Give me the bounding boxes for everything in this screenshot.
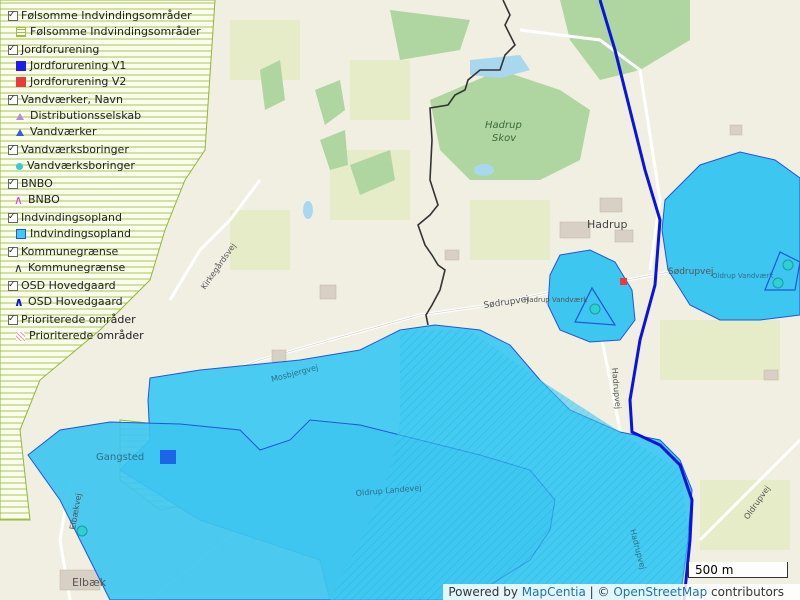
legend-group-title: Kommunegrænse <box>21 245 119 258</box>
attribution: Powered by MapCentia | © OpenStreetMap c… <box>443 584 800 600</box>
circle-icon <box>16 162 23 170</box>
legend-item: ∧ BNBO <box>8 192 184 208</box>
legend-item: Jordforurening V1 <box>8 58 184 74</box>
layer-checkbox[interactable] <box>8 141 18 157</box>
attribution-separator: | © <box>585 585 614 599</box>
label-oldrup-vandvaerk: Oldrup Vandværk <box>712 272 774 280</box>
line-swatch-icon: ∧ <box>14 193 23 207</box>
legend-item: Jordforurening V2 <box>8 74 184 90</box>
layer-legend: Følsomme Indvindingsområder Følsomme Ind… <box>8 6 201 344</box>
legend-group-title: Prioriterede områder <box>21 313 136 326</box>
label-sodrupvej-2: Sødrupvej <box>668 267 713 277</box>
legend-item: ∧ Kommunegrænse <box>8 260 184 276</box>
legend-group-prioriterede[interactable]: Prioriterede områder <box>8 311 184 328</box>
legend-group-boringer[interactable]: Vandværksboringer <box>8 141 184 158</box>
label-elbaek: Elbæk <box>72 576 107 589</box>
vandvaerksboring-oldrup-1[interactable] <box>782 259 794 271</box>
legend-group-title: Jordforurening <box>21 43 100 56</box>
hatch-swatch-icon <box>16 27 26 37</box>
legend-group-title: Følsomme Indvindingsområder <box>21 9 192 22</box>
label-hadrup-vandvaerk: Hadrup Vandværk <box>524 296 588 304</box>
legend-item: Prioriterede områder <box>8 328 184 344</box>
label-hadrup-skov-2: Skov <box>492 133 517 144</box>
triangle-icon <box>16 128 24 136</box>
legend-item: Vandværker <box>8 124 184 140</box>
triangle-icon <box>16 112 24 120</box>
legend-item-label: Følsomme Indvindingsområder <box>30 25 201 38</box>
legend-item-label: BNBO <box>28 193 60 206</box>
line-swatch-icon: ∧ <box>14 295 24 309</box>
pond <box>303 201 313 219</box>
legend-item: Distributionsselskab <box>8 108 184 124</box>
legend-item-label: Prioriterede områder <box>29 329 144 342</box>
layer-checkbox[interactable] <box>8 243 18 259</box>
label-gangsted: Gangsted <box>96 452 144 463</box>
layer-checkbox[interactable] <box>8 175 18 191</box>
square-swatch-icon <box>16 77 26 87</box>
attribution-powered: Powered by <box>448 585 518 599</box>
jordforurening-v1-marker[interactable] <box>160 450 176 464</box>
layer-checkbox[interactable] <box>8 209 18 225</box>
legend-item: ∧ OSD Hovedgaard <box>8 294 184 310</box>
mapcentia-link[interactable]: MapCentia <box>522 585 586 599</box>
legend-group-vandvaerker[interactable]: Vandværker, Navn <box>8 91 184 108</box>
legend-group-osd[interactable]: OSD Hovedgaard <box>8 277 184 294</box>
square-swatch-icon <box>16 61 26 71</box>
legend-item-label: OSD Hovedgaard <box>28 295 123 308</box>
vandvaerksboring-hadrup[interactable] <box>589 303 601 315</box>
legend-item-label: Distributionsselskab <box>30 109 142 122</box>
layer-checkbox[interactable] <box>8 277 18 293</box>
legend-group-title: BNBO <box>21 177 53 190</box>
layer-checkbox[interactable] <box>8 91 18 107</box>
legend-group-title: OSD Hovedgaard <box>21 279 116 292</box>
layer-checkbox[interactable] <box>8 7 18 23</box>
legend-item-label: Jordforurening V1 <box>30 59 127 72</box>
legend-item-label: Kommunegrænse <box>28 261 126 274</box>
pond-2 <box>474 164 494 176</box>
vandvaerksboring-oldrup-2[interactable] <box>772 277 784 289</box>
scale-bar: 500 m <box>688 562 788 578</box>
legend-item-label: Vandværksboringer <box>27 159 135 172</box>
square-swatch-icon <box>16 229 26 239</box>
legend-group-title: Vandværksboringer <box>21 143 129 156</box>
legend-item: Vandværksboringer <box>8 158 184 174</box>
legend-group-indvindingsopland[interactable]: Indvindingsopland <box>8 209 184 226</box>
hatch-swatch-icon <box>16 331 25 341</box>
jordforurening-v2-marker[interactable] <box>620 278 627 285</box>
label-hadrup-skov: Hadrup <box>485 120 522 131</box>
legend-group-title: Vandværker, Navn <box>21 93 123 106</box>
legend-item-label: Indvindingsopland <box>30 227 131 240</box>
vandvaerksboring-elbaek[interactable] <box>76 525 88 537</box>
legend-group-bnbo[interactable]: BNBO <box>8 175 184 192</box>
line-swatch-icon: ∧ <box>14 261 23 275</box>
legend-group-jordforurening[interactable]: Jordforurening <box>8 41 184 58</box>
legend-item-label: Jordforurening V2 <box>30 75 127 88</box>
layer-checkbox[interactable] <box>8 41 18 57</box>
legend-item-label: Vandværker <box>30 125 97 138</box>
legend-item: Indvindingsopland <box>8 226 184 242</box>
legend-item: Følsomme Indvindingsområder <box>8 24 201 40</box>
legend-group-folsomme[interactable]: Følsomme Indvindingsområder <box>8 7 192 24</box>
legend-group-kommune[interactable]: Kommunegrænse <box>8 243 184 260</box>
scale-label: 500 m <box>695 563 734 577</box>
legend-group-title: Indvindingsopland <box>21 211 122 224</box>
label-hadrup: Hadrup <box>587 218 627 231</box>
layer-checkbox[interactable] <box>8 311 18 327</box>
osm-link[interactable]: OpenStreetMap <box>613 585 707 599</box>
attribution-contributors: contributors <box>707 585 784 599</box>
